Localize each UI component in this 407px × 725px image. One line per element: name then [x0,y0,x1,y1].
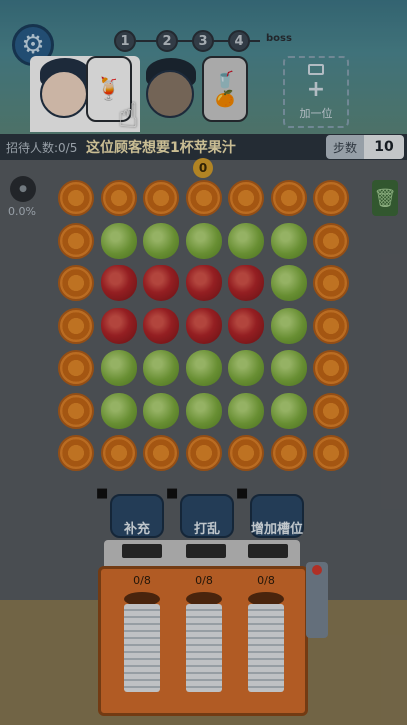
trash-icon[interactable]: 🗑 [372,180,398,216]
guava-tile[interactable] [143,350,179,386]
orange-tile[interactable] [313,392,349,429]
steps-value: 10 [364,135,404,159]
video-icon: ■ [166,486,179,501]
bomb-icon: ● [10,176,36,202]
refill-label: 补充 [123,522,150,537]
orange-tile[interactable] [185,180,222,216]
red-juice-icon: 🥤 [215,70,235,89]
orange-tile[interactable] [58,180,94,216]
orange-tile[interactable] [58,222,94,259]
steps-label: 步数 [326,135,364,159]
progress-percent: 0.0% [8,205,36,218]
order-bubble-waiting: 🥤 🍊 [202,56,248,122]
guava-tile[interactable] [100,350,137,386]
orange-tile[interactable] [58,350,94,386]
add-seat-label: 加一位 [299,106,333,120]
orange-tile[interactable] [313,307,349,344]
guava-tile[interactable] [100,222,137,259]
cup-stack [248,604,284,692]
machine-red-button[interactable] [312,565,322,575]
cup-count-2: 0/8 [195,574,213,587]
guava-tile[interactable] [270,222,307,259]
cup-stack [186,604,222,692]
add-slot-button[interactable]: ■ 增加槽位 [236,486,308,538]
hand-pointer-icon: ☝ [118,96,139,136]
guava-tile[interactable] [228,392,264,429]
orange-tile[interactable] [100,180,137,216]
step-1: 1 [114,30,136,52]
machine-slot [186,544,226,558]
apple-tile[interactable] [228,265,264,301]
cup-stack [124,604,160,692]
guava-tile[interactable] [228,222,264,259]
orange-tile[interactable] [228,435,264,471]
video-icon [308,63,324,75]
guava-tile[interactable] [143,222,179,259]
plus-icon: + [306,76,326,102]
orange-tile[interactable] [270,435,307,471]
orange-tile[interactable] [185,435,222,471]
apple-tile[interactable] [143,265,179,301]
step-2: 2 [156,30,178,52]
cup-count-3: 0/8 [257,574,275,587]
orange-tile[interactable] [58,307,94,344]
orange-tile[interactable] [313,435,349,471]
customer-hint: 这位顾客想要1杯苹果汁 [86,140,236,156]
orange-tile[interactable] [313,222,349,259]
cup-count-1: 0/8 [133,574,151,587]
apple-tile[interactable] [100,307,137,344]
guava-tile[interactable] [100,392,137,429]
orange-tile[interactable] [143,180,179,216]
add-seat-button[interactable]: + 加一位 [283,56,349,128]
step-4: 4 [228,30,250,52]
orange-tile[interactable] [313,180,349,216]
refill-button[interactable]: ■ 补充 [96,486,168,538]
guava-tile[interactable] [270,350,307,386]
machine-slot [122,544,162,558]
guava-tile[interactable] [143,392,179,429]
orange-tile[interactable] [58,265,94,301]
guava-tile[interactable] [228,350,264,386]
video-icon: ■ [236,486,249,501]
customer-avatar [40,70,88,118]
shuffle-button[interactable]: ■ 打乱 [166,486,238,538]
score-badge: 0 [193,158,213,178]
apple-tile[interactable] [185,307,222,344]
orange-tile[interactable] [58,392,94,429]
orange-tile[interactable] [270,180,307,216]
shuffle-label: 打乱 [193,522,220,537]
guava-tile[interactable] [270,307,307,344]
step-3: 3 [192,30,214,52]
apple-tile[interactable] [143,307,179,344]
orange-tile[interactable] [228,180,264,216]
machine-slot [248,544,288,558]
video-icon: ■ [96,486,109,501]
guava-tile[interactable] [185,350,222,386]
orange-tile[interactable] [313,350,349,386]
guava-tile[interactable] [270,392,307,429]
guava-tile[interactable] [185,392,222,429]
boss-label: boss [266,33,292,44]
apple-tile[interactable] [185,265,222,301]
orange-tile[interactable] [143,435,179,471]
apple-tile[interactable] [100,265,137,301]
add-slot-label: 增加槽位 [250,522,303,537]
orange-tile[interactable] [100,435,137,471]
served-count: 招待人数:0/5 [6,141,78,155]
apple-tile[interactable] [228,307,264,344]
orange-tile[interactable] [58,435,94,471]
guava-tile[interactable] [185,222,222,259]
orange-tile[interactable] [313,265,349,301]
orange-juice-icon: 🍊 [215,89,235,108]
guava-tile[interactable] [270,265,307,301]
